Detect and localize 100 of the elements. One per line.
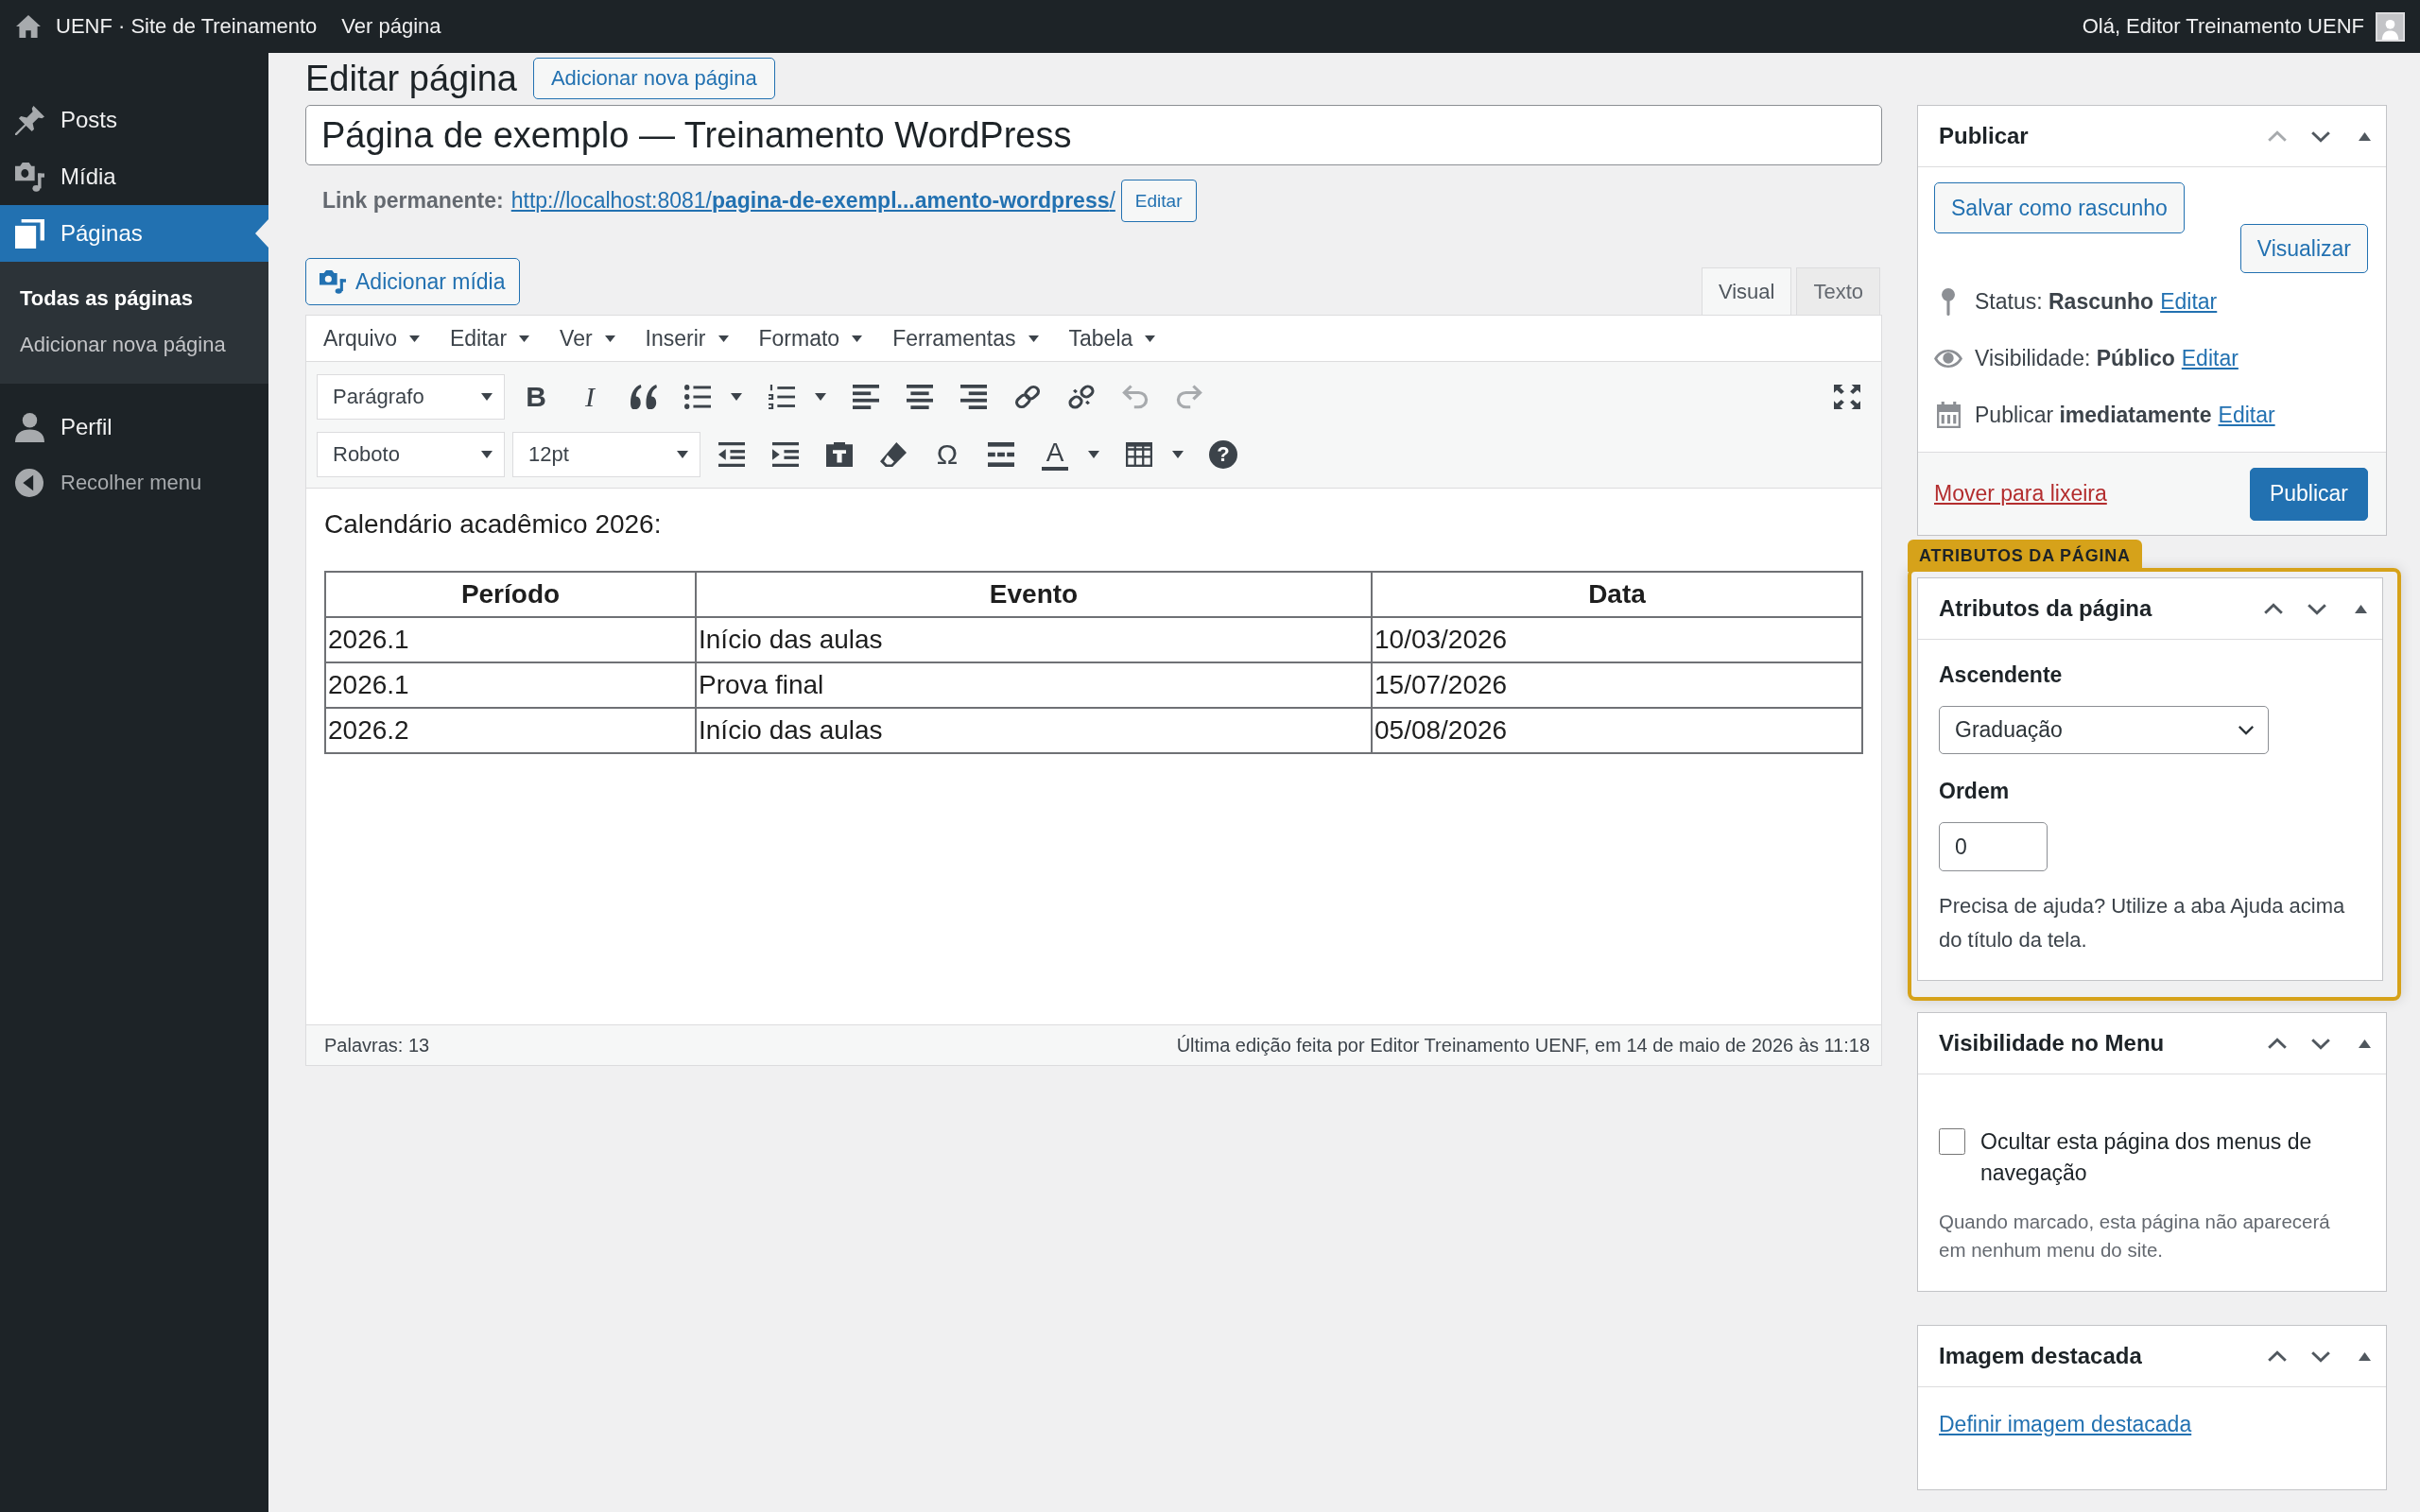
menu-item[interactable]: Páginas <box>0 205 268 262</box>
panel-title: Imagem destacada <box>1939 1343 2143 1369</box>
horizontal-lines-icon[interactable] <box>988 441 1014 467</box>
view-page-link[interactable]: Ver página <box>341 14 441 39</box>
caret-icon[interactable] <box>1028 335 1039 342</box>
triangle-icon[interactable] <box>2354 604 2367 613</box>
table-cell: Início das aulas <box>696 708 1372 753</box>
publish-button[interactable]: Publicar <box>2249 467 2368 521</box>
editor-tab[interactable]: Texto <box>1796 267 1880 315</box>
menu-item[interactable]: Posts <box>0 92 268 148</box>
edit-link[interactable]: Editar <box>2160 288 2218 315</box>
permalink-label: Link permanente: <box>322 188 504 214</box>
caret-icon[interactable] <box>677 450 688 458</box>
outdent-icon[interactable] <box>718 441 745 467</box>
chevron-up-icon[interactable] <box>2267 1349 2288 1363</box>
triangle-icon[interactable] <box>2358 131 2371 141</box>
add-media-button[interactable]: Adicionar mídia <box>305 258 520 305</box>
caret-icon[interactable] <box>604 335 615 342</box>
menu-item[interactable]: Perfil <box>0 399 268 455</box>
menu-button[interactable]: Tabela <box>1057 316 1175 361</box>
table-cell: 2026.2 <box>325 708 696 753</box>
caret-icon[interactable] <box>852 335 863 342</box>
align-left-icon[interactable] <box>853 384 879 409</box>
caret-icon[interactable] <box>481 392 493 401</box>
collapse-menu-button[interactable]: Recolher menu <box>0 461 268 505</box>
fullscreen-icon[interactable] <box>1834 384 1860 409</box>
eraser-icon[interactable] <box>880 441 907 467</box>
menu-button[interactable]: Editar <box>439 316 549 361</box>
align-right-icon[interactable] <box>960 384 987 409</box>
italic-button[interactable]: I <box>566 373 614 420</box>
pages-icon <box>15 218 44 249</box>
avatar-icon[interactable] <box>2376 11 2405 42</box>
content-paragraph: Calendário acadêmico 2026: <box>324 508 663 541</box>
text-color-button[interactable]: A <box>1031 431 1109 477</box>
pin-icon <box>1942 287 1955 316</box>
trash-link[interactable]: Mover para lixeira <box>1934 481 2107 507</box>
broken-link-icon[interactable] <box>1068 384 1095 409</box>
chevron-up-icon[interactable] <box>2267 1037 2288 1050</box>
caret-icon[interactable] <box>1172 450 1184 458</box>
bold-button[interactable]: B <box>512 373 560 420</box>
add-new-page-button[interactable]: Adicionar nova página <box>532 58 775 99</box>
quote-icon[interactable] <box>631 384 657 409</box>
caret-icon[interactable] <box>731 392 742 401</box>
align-center-icon[interactable] <box>907 384 933 409</box>
home-icon[interactable] <box>16 15 41 38</box>
edit-link[interactable]: Editar <box>2218 402 2275 428</box>
chevron-down-icon[interactable] <box>2307 602 2327 615</box>
caret-icon[interactable] <box>519 335 530 342</box>
caret-icon[interactable] <box>717 335 729 342</box>
parent-select[interactable]: Graduação <box>1939 706 2269 754</box>
chevron-down-icon[interactable] <box>2310 1349 2331 1363</box>
camera-note-icon[interactable] <box>320 269 346 294</box>
order-field[interactable]: 0 <box>1939 822 2048 871</box>
title-field[interactable]: Página de exemplo — Treinamento WordPress <box>305 105 1882 165</box>
bullet-list-icon[interactable] <box>684 384 711 409</box>
panel-title: Atributos da página <box>1939 595 2153 622</box>
set-featured-image-link[interactable]: Definir imagem destacada <box>1939 1412 2192 1436</box>
caret-icon[interactable] <box>1088 450 1099 458</box>
menu-item[interactable]: Mídia <box>0 148 268 205</box>
menu-button[interactable]: Ferramentas <box>881 316 1058 361</box>
chevron-down-icon[interactable] <box>2238 725 2255 735</box>
chevron-up-icon[interactable] <box>2263 602 2284 615</box>
menu-button[interactable]: Formato <box>747 316 882 361</box>
submenu-item[interactable]: Adicionar nova página <box>0 321 268 368</box>
chevron-down-icon[interactable] <box>2310 1037 2331 1050</box>
font-size-select[interactable]: 12pt <box>512 431 700 477</box>
word-count-text: Palavras: 13 <box>324 1034 430 1057</box>
clipboard-icon[interactable] <box>826 441 853 467</box>
submenu-item[interactable]: Todas as páginas <box>0 275 268 321</box>
numbered-list-icon[interactable] <box>769 384 795 409</box>
site-name-link[interactable]: UENF · Site de Treinamento <box>56 14 318 39</box>
chevron-down-icon[interactable] <box>2310 129 2331 143</box>
greeting-link[interactable]: Olá, Editor Treinamento UENF <box>2082 14 2364 39</box>
caret-icon[interactable] <box>1145 335 1156 342</box>
checkbox-label[interactable]: Ocultar esta página dos menus de navegação <box>1980 1126 2365 1189</box>
menu-button[interactable]: Ver <box>548 316 634 361</box>
publish-setting-text: Status: Rascunho <box>1975 288 2154 315</box>
save-draft-button[interactable]: Salvar como rascunho <box>1934 182 2185 233</box>
triangle-icon[interactable] <box>2358 1039 2371 1048</box>
format-select[interactable]: Parágrafo <box>317 373 505 420</box>
checkbox[interactable] <box>1939 1128 1965 1155</box>
font-family-select[interactable]: Roboto <box>317 431 505 477</box>
link-icon[interactable] <box>1014 384 1041 409</box>
caret-icon[interactable] <box>409 335 420 342</box>
menu-button[interactable]: Arquivo <box>312 316 439 361</box>
table-cell: 15/07/2026 <box>1372 662 1862 708</box>
column-header: Data <box>1372 572 1862 617</box>
caret-icon[interactable] <box>815 392 826 401</box>
preview-button[interactable]: Visualizar <box>2239 224 2368 273</box>
table-icon[interactable] <box>1126 441 1152 467</box>
edit-link[interactable]: Editar <box>2181 345 2238 371</box>
menu-button[interactable]: Inserir <box>633 316 748 361</box>
editor-tab[interactable]: Visual <box>1701 267 1792 315</box>
permalink-link[interactable]: http://localhost:8081/pagina-de-exempl...amento-wordpress/ <box>510 188 1115 214</box>
indent-icon[interactable] <box>772 441 799 467</box>
special-character-button[interactable]: Ω <box>924 431 971 477</box>
caret-icon[interactable] <box>481 450 493 458</box>
edit-permalink-button[interactable]: Editar <box>1120 180 1197 222</box>
help-button[interactable]: ? <box>1209 439 1237 469</box>
triangle-icon[interactable] <box>2358 1351 2371 1361</box>
